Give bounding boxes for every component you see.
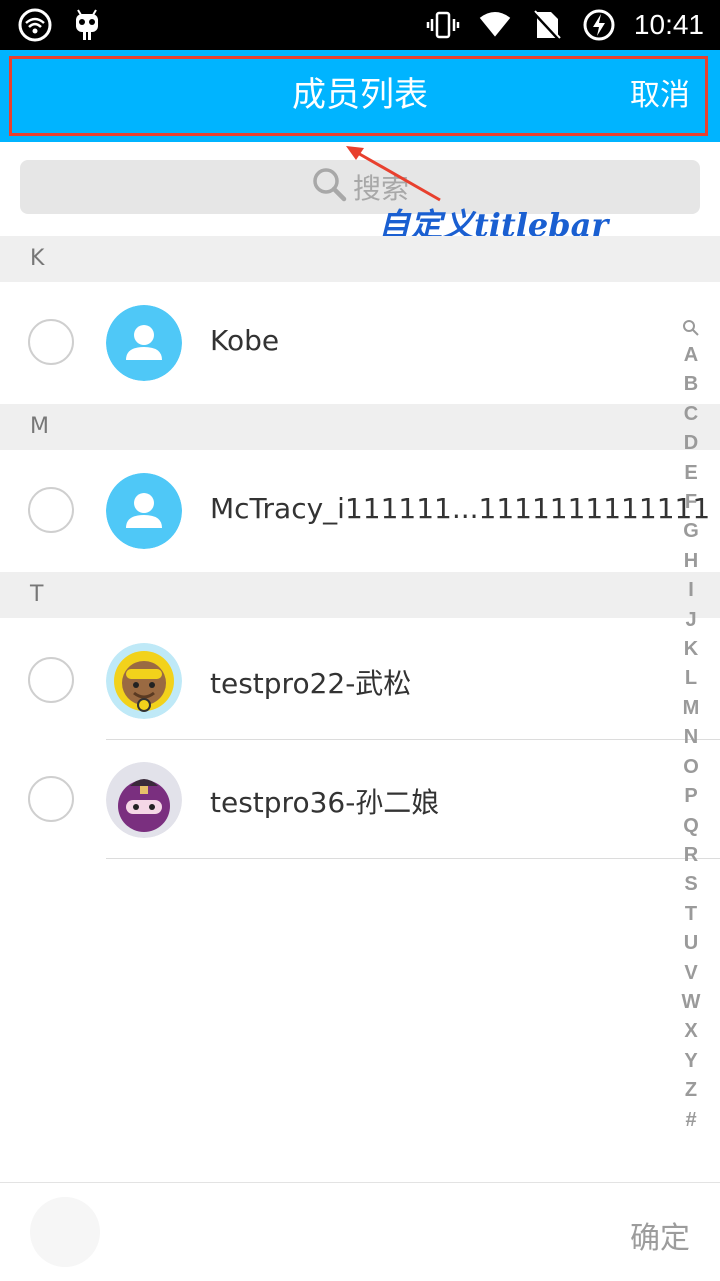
index-letter[interactable]: V bbox=[676, 959, 706, 988]
member-name: testpro36-孙二娘 bbox=[210, 786, 440, 819]
selected-avatar-placeholder bbox=[30, 1197, 100, 1267]
index-letter[interactable]: E bbox=[676, 459, 706, 488]
member-name: McTracy_i111111...1111111111111 bbox=[210, 492, 711, 525]
index-letter[interactable]: Q bbox=[676, 812, 706, 841]
clock: 10:41 bbox=[633, 9, 704, 40]
index-letter[interactable]: Y bbox=[676, 1047, 706, 1076]
cancel-button[interactable]: 取消 bbox=[630, 76, 690, 116]
index-search-icon[interactable] bbox=[676, 315, 706, 341]
index-letter[interactable]: R bbox=[676, 841, 706, 870]
android-notification-icon bbox=[70, 8, 104, 42]
index-letter[interactable]: S bbox=[676, 870, 706, 899]
index-letter[interactable]: T bbox=[676, 900, 706, 929]
index-letter[interactable]: U bbox=[676, 929, 706, 958]
vibrate-icon bbox=[426, 8, 460, 42]
select-radio[interactable] bbox=[28, 657, 74, 703]
alphabet-index-bar[interactable]: A B C D E F G H I J K L M N O P Q R S T U V W X Y Z # bbox=[676, 315, 706, 1135]
index-letter[interactable]: L bbox=[676, 664, 706, 693]
index-letter[interactable]: X bbox=[676, 1017, 706, 1046]
index-letter[interactable]: # bbox=[676, 1106, 706, 1135]
select-radio[interactable] bbox=[28, 487, 74, 533]
member-row-mctracy[interactable]: McTracy_i111111...1111111111111 bbox=[0, 452, 720, 570]
member-row-testpro36[interactable]: testpro36-孙二娘 bbox=[0, 741, 720, 859]
section-header-t: T bbox=[0, 572, 720, 618]
title-bar: 成员列表 取消 bbox=[0, 50, 720, 142]
index-letter[interactable]: O bbox=[676, 753, 706, 782]
index-letter[interactable]: C bbox=[676, 400, 706, 429]
index-letter[interactable]: B bbox=[676, 370, 706, 399]
select-radio[interactable] bbox=[28, 319, 74, 365]
diver-avatar-icon bbox=[106, 643, 182, 719]
index-letter[interactable]: J bbox=[676, 606, 706, 635]
index-letter[interactable]: F bbox=[676, 488, 706, 517]
row-divider bbox=[106, 858, 720, 859]
member-name: Kobe bbox=[210, 324, 280, 357]
index-letter[interactable]: A bbox=[676, 341, 706, 370]
confirm-button[interactable]: 确定 bbox=[630, 1213, 690, 1257]
bottom-bar: 确定 bbox=[0, 1182, 720, 1281]
signal-icon bbox=[478, 8, 512, 42]
default-avatar-icon bbox=[106, 305, 182, 381]
section-header-m: M bbox=[0, 404, 720, 450]
member-row-testpro22[interactable]: testpro22-武松 bbox=[0, 622, 720, 740]
page-title: 成员列表 bbox=[292, 75, 428, 115]
default-avatar-icon bbox=[106, 473, 182, 549]
ninja-avatar-icon bbox=[106, 762, 182, 838]
battery-charging-icon bbox=[582, 8, 616, 42]
wifi-icon bbox=[18, 8, 52, 42]
no-sim-icon bbox=[530, 8, 564, 42]
index-letter[interactable]: W bbox=[676, 988, 706, 1017]
index-letter[interactable]: D bbox=[676, 429, 706, 458]
row-divider bbox=[106, 739, 720, 740]
index-letter[interactable]: Z bbox=[676, 1076, 706, 1105]
index-letter[interactable]: P bbox=[676, 782, 706, 811]
section-header-k: K bbox=[0, 236, 720, 282]
index-letter[interactable]: M bbox=[676, 694, 706, 723]
index-letter[interactable]: K bbox=[676, 635, 706, 664]
member-row-kobe[interactable]: Kobe bbox=[0, 284, 720, 402]
index-letter[interactable]: I bbox=[676, 576, 706, 605]
index-letter[interactable]: G bbox=[676, 517, 706, 546]
select-radio[interactable] bbox=[28, 776, 74, 822]
member-name: testpro22-武松 bbox=[210, 667, 412, 700]
index-letter[interactable]: H bbox=[676, 547, 706, 576]
status-bar: 10:41 bbox=[0, 0, 720, 50]
index-letter[interactable]: N bbox=[676, 723, 706, 752]
